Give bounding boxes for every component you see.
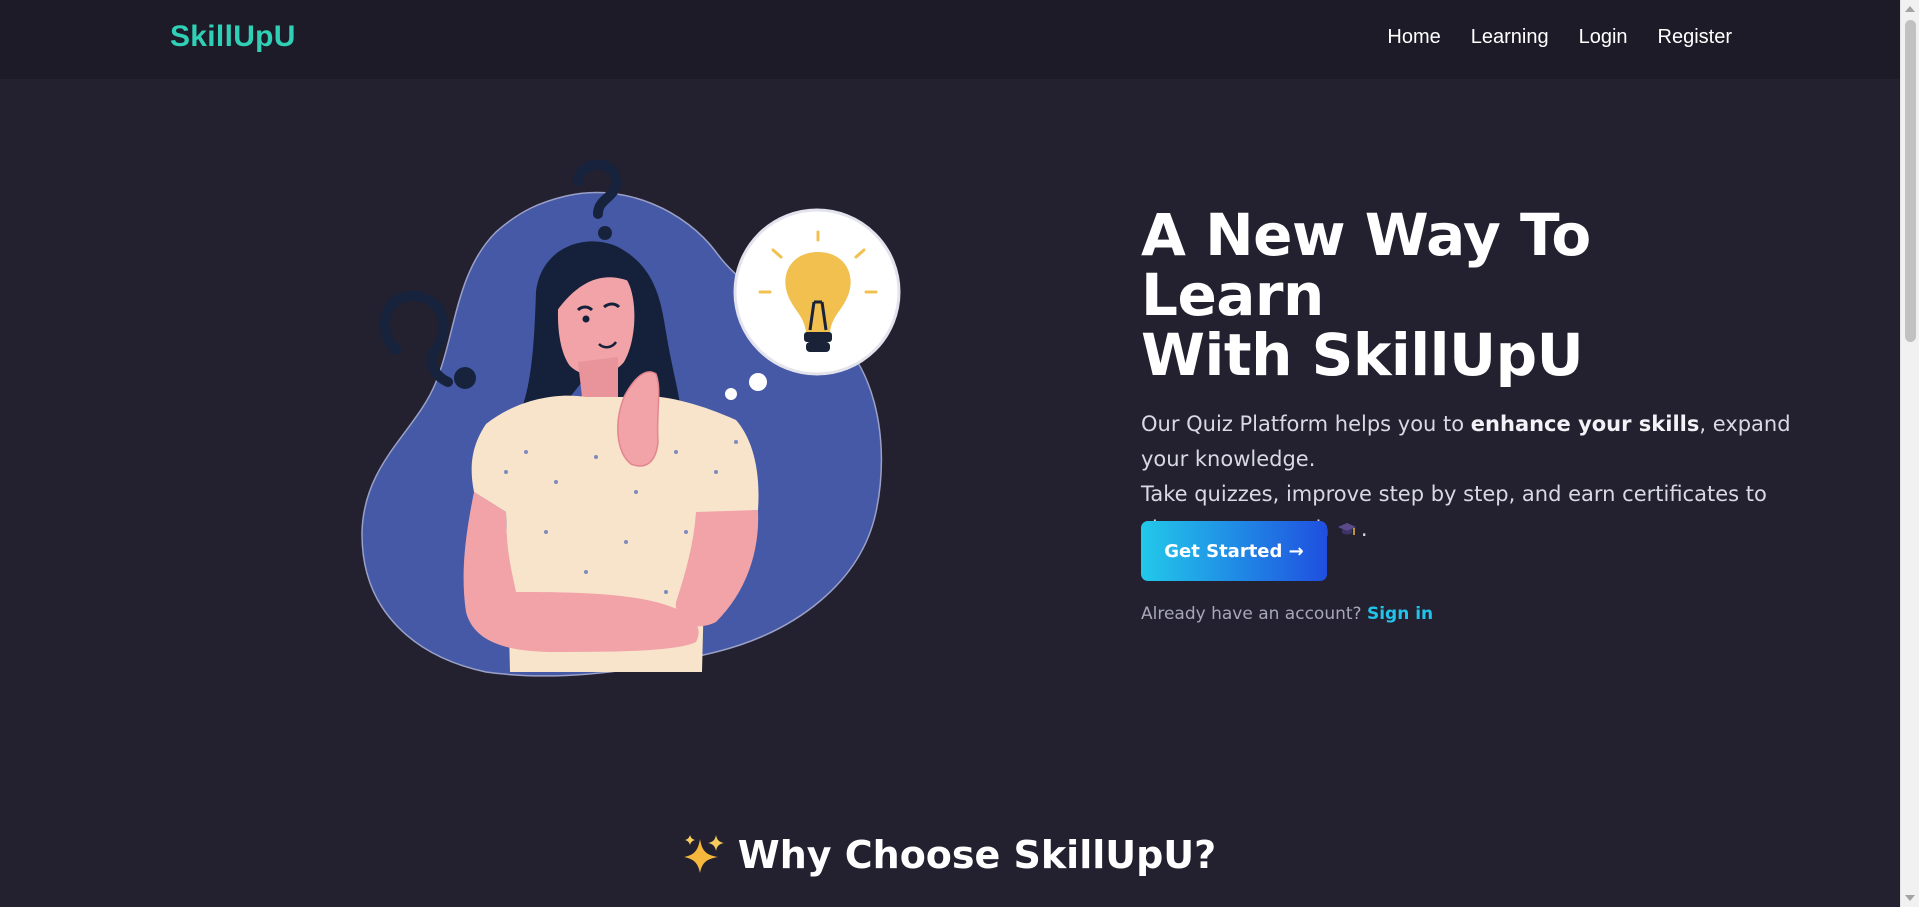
hero-text-block: A New Way To Learn With SkillUpU Our Qui… — [1141, 205, 1791, 624]
features-section-title: Why Choose SkillUpU? — [0, 833, 1900, 877]
nav-links: Home Learning Login Register — [1387, 26, 1732, 49]
graduation-cap-icon — [1337, 523, 1356, 535]
features-title-text: Why Choose SkillUpU? — [737, 833, 1217, 877]
nav-link-register[interactable]: Register — [1658, 26, 1732, 49]
nav-link-home[interactable]: Home — [1387, 26, 1440, 49]
page-scrollbar[interactable] — [1900, 0, 1919, 907]
nav-link-learning[interactable]: Learning — [1471, 26, 1549, 49]
hero-desc-part1: Our Quiz Platform helps you to — [1141, 412, 1471, 436]
nav-link-login[interactable]: Login — [1579, 26, 1628, 49]
signin-prompt-line: Already have an account? Sign in — [1141, 604, 1433, 624]
signin-prompt: Already have an account? — [1141, 604, 1362, 624]
top-navbar: SkillUpU Home Learning Login Register — [0, 0, 1900, 79]
sign-in-link[interactable]: Sign in — [1367, 604, 1433, 624]
thinking-woman-illustration — [361, 159, 901, 677]
get-started-button[interactable]: Get Started → — [1141, 521, 1327, 581]
question-mark-left — [379, 290, 453, 387]
hero-title-line1: A New Way To Learn — [1141, 201, 1591, 329]
scroll-up-icon[interactable] — [1905, 6, 1915, 12]
brand-logo[interactable]: SkillUpU — [170, 20, 296, 54]
scroll-thumb[interactable] — [1905, 20, 1916, 342]
sparkles-icon — [683, 835, 724, 873]
hero-desc-bold: enhance your skills — [1470, 412, 1700, 436]
hero-desc-end: . — [1360, 517, 1368, 541]
scroll-down-icon[interactable] — [1905, 895, 1915, 901]
hero-title-line2: With SkillUpU — [1141, 321, 1584, 389]
hero-title: A New Way To Learn With SkillUpU — [1141, 205, 1791, 385]
